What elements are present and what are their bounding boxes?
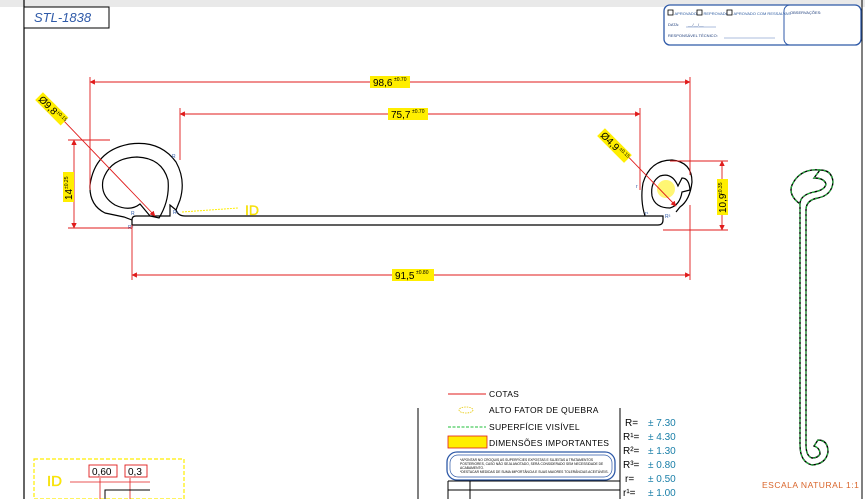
dim-inner-width-value: 75,7 bbox=[391, 110, 411, 121]
legend-break-label: ALTO FATOR DE QUEBRA bbox=[489, 405, 599, 415]
dim-bottom-width-tol: ±0.80 bbox=[416, 270, 429, 276]
radius-label-r3: R³ bbox=[665, 214, 671, 220]
radius-row-6-value: ± 1.00 bbox=[648, 488, 676, 499]
responsible-label: RESPONSÁVEL TÉCNICO: bbox=[668, 33, 718, 38]
approved-with-reservation-label: APROVADO COM RESSALVAS bbox=[734, 11, 791, 16]
radius-row-5-label: r= bbox=[625, 474, 634, 485]
approved-checkbox[interactable] bbox=[667, 9, 674, 16]
dim-left-diameter: Ø9,8 ±0.15 bbox=[35, 92, 69, 126]
legend-break-swatch bbox=[458, 406, 474, 414]
radius-label-small-r1: r¹ bbox=[645, 211, 649, 217]
radius-row-1-value: ± 7.30 bbox=[648, 418, 676, 429]
radius-row-5-value: ± 0.50 bbox=[648, 474, 676, 485]
legend-important-swatch bbox=[447, 435, 488, 449]
radius-row-2-label: R¹= bbox=[623, 432, 640, 443]
detail-dim-a: 0,60 bbox=[92, 467, 112, 478]
legend-visible-label: SUPERFÍCIE VISÍVEL bbox=[489, 422, 580, 432]
legend-dimensions-label: COTAS bbox=[489, 389, 519, 399]
date-label: DATA: bbox=[668, 22, 679, 27]
radius-row-4-value: ± 0.80 bbox=[648, 460, 676, 471]
side-view-profile bbox=[790, 169, 834, 466]
dim-left-height: 14 ±0.25 bbox=[63, 172, 75, 202]
approved-label: APROVADO bbox=[675, 11, 697, 16]
dim-overall-width-tol: ±0.70 bbox=[394, 77, 407, 83]
dim-right-height: 10,9 ±0.35 bbox=[717, 179, 729, 215]
dim-overall-width: 98,6 ±0.70 bbox=[370, 76, 410, 89]
dim-right-height-tol: ±0.35 bbox=[718, 182, 724, 195]
id-label: ID bbox=[245, 202, 259, 218]
radii-table: R= ± 7.30 R¹= ± 4.30 R²= ± 1.30 R³= ± 0.… bbox=[623, 418, 676, 499]
dim-overall-width-value: 98,6 bbox=[373, 78, 393, 89]
detail-id-label: ID bbox=[47, 473, 62, 490]
legend-important-label: DIMENSÕES IMPORTANTES bbox=[489, 438, 609, 448]
radius-row-6-label: r¹= bbox=[623, 488, 636, 499]
reproved-checkbox[interactable] bbox=[696, 9, 703, 16]
approved-with-reservation-checkbox[interactable] bbox=[726, 9, 733, 16]
dim-right-diameter: Ø4,9 ±0.15 bbox=[597, 128, 632, 163]
reproved-label: REPROVADO bbox=[704, 11, 729, 16]
title-block: APROVADO REPROVADO APROVADO COM RESSALVA… bbox=[663, 4, 862, 46]
date-value: __/__/__ bbox=[687, 22, 704, 27]
dim-inner-width: 75,7 ±0.70 bbox=[388, 108, 428, 121]
dim-bottom-width: 91,5 ±0.80 bbox=[392, 269, 434, 282]
detail-dim-b: 0,3 bbox=[128, 467, 142, 478]
radius-label-small-r: r bbox=[636, 184, 638, 190]
detail-box: ID 0,60 0,3 bbox=[33, 458, 185, 499]
dim-left-height-value: 14 bbox=[64, 188, 75, 200]
radius-row-1-label: R= bbox=[625, 418, 638, 429]
technical-drawing: STL-1838 APROVADO REPROVADO APROVADO COM… bbox=[0, 0, 865, 499]
radius-label-r1: R¹ bbox=[173, 210, 179, 216]
radius-row-3-value: ± 1.30 bbox=[648, 446, 676, 457]
radius-row-3-label: R²= bbox=[623, 446, 640, 457]
radius-row-4-label: R³= bbox=[623, 460, 640, 471]
dim-right-height-value: 10,9 bbox=[718, 193, 729, 213]
legend: COTAS ALTO FATOR DE QUEBRA SUPERFÍCIE VI… bbox=[447, 389, 609, 449]
dim-bottom-width-value: 91,5 bbox=[395, 271, 415, 282]
observations-label: OBSERVAÇÕES: bbox=[790, 10, 821, 15]
note-box: *APONTAR NO CROQUIS AS SUPERFÍCIES EXPOS… bbox=[446, 451, 616, 481]
radius-row-2-value: ± 4.30 bbox=[648, 432, 676, 443]
dim-left-height-tol: ±0.25 bbox=[64, 176, 70, 189]
dim-inner-width-tol: ±0.70 bbox=[412, 109, 425, 115]
note-line-4: *DESTACAR MEDIDAS DE SUMA IMPORTÂNCIA E … bbox=[460, 470, 609, 474]
dimension-lines bbox=[39, 77, 728, 280]
radius-label-left-r: R bbox=[131, 211, 135, 217]
radius-label-r: R bbox=[172, 154, 176, 160]
drawing-code: STL-1838 bbox=[34, 10, 92, 25]
scale-label: ESCALA NATURAL 1:1 bbox=[762, 480, 859, 490]
